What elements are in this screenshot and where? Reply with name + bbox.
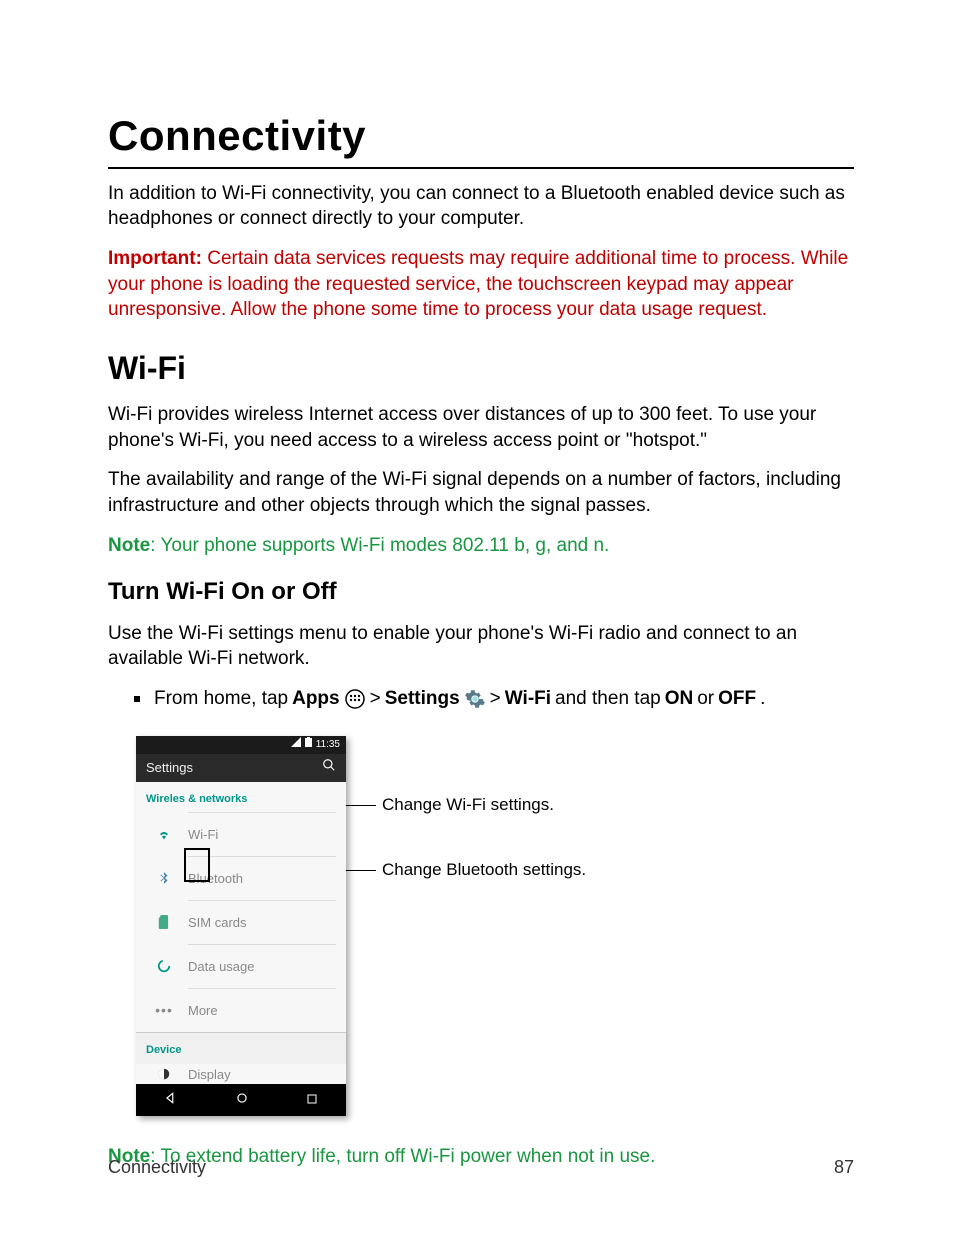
settings-list: Wireles & networks Wi-Fi Bluetooth: [136, 782, 346, 1085]
wifi-label: Wi-Fi: [505, 686, 551, 712]
section-wifi: Wi-Fi: [108, 347, 854, 390]
search-icon[interactable]: [322, 758, 336, 777]
nav-bar: [136, 1084, 346, 1116]
off-label: OFF: [718, 686, 756, 712]
row-more[interactable]: ••• More: [136, 988, 346, 1032]
nav-recent-icon[interactable]: [306, 1087, 318, 1113]
row-display[interactable]: Display: [136, 1064, 346, 1084]
data-usage-icon: [150, 959, 178, 973]
signal-icon: [291, 737, 301, 752]
step-line: From home, tap Apps > Settings > Wi-Fi a…: [134, 686, 854, 712]
footer-page-number: 87: [834, 1155, 854, 1179]
intro-paragraph: In addition to Wi-Fi connectivity, you c…: [108, 181, 854, 232]
important-label: Important:: [108, 248, 202, 269]
battery-icon: [305, 737, 312, 752]
gear-icon: [464, 688, 486, 710]
row-display-label: Display: [188, 1064, 336, 1084]
period: .: [760, 686, 765, 712]
row-bluetooth-label: Bluetooth: [188, 856, 336, 901]
phone-frame: 11:35 Settings Wireles & networks Wi-Fi: [136, 736, 346, 1117]
footer-left: Connectivity: [108, 1155, 206, 1179]
section-wireless-networks: Wireles & networks: [136, 782, 346, 813]
section-turn-wifi: Turn Wi-Fi On or Off: [108, 576, 854, 608]
row-data-label: Data usage: [188, 944, 336, 989]
page-footer: Connectivity 87: [108, 1155, 854, 1179]
page-title: Connectivity: [108, 108, 854, 169]
row-bluetooth[interactable]: Bluetooth: [136, 856, 346, 900]
note-text: : Your phone supports Wi-Fi modes 802.11…: [150, 535, 609, 556]
nav-back-icon[interactable]: [164, 1087, 178, 1113]
note-label: Note: [108, 535, 150, 556]
display-icon: [150, 1067, 178, 1081]
apps-icon: [344, 688, 366, 710]
row-wifi[interactable]: Wi-Fi: [136, 812, 346, 856]
app-bar: Settings: [136, 754, 346, 782]
section-device: Device: [136, 1032, 346, 1064]
wifi-p1: Wi-Fi provides wireless Internet access …: [108, 402, 854, 453]
sim-icon: [150, 915, 178, 929]
row-data-usage[interactable]: Data usage: [136, 944, 346, 988]
or-text: or: [697, 686, 714, 712]
turn-p1: Use the Wi-Fi settings menu to enable yo…: [108, 621, 854, 672]
bluetooth-icon: [150, 871, 178, 885]
bullet-icon: [134, 696, 140, 702]
wifi-note1: Note: Your phone supports Wi-Fi modes 80…: [108, 533, 854, 559]
status-time: 11:35: [316, 738, 340, 752]
callouts: Change Wi-Fi settings. Change Bluetooth …: [346, 736, 586, 882]
gt1: >: [370, 686, 381, 712]
callout-bluetooth: Change Bluetooth settings.: [382, 859, 586, 882]
apps-label: Apps: [292, 686, 340, 712]
wifi-p2: The availability and range of the Wi-Fi …: [108, 467, 854, 518]
important-note: Important: Certain data services request…: [108, 246, 854, 323]
more-icon: •••: [150, 1001, 178, 1020]
and-text: and then tap: [555, 686, 661, 712]
row-more-label: More: [188, 988, 336, 1033]
row-sim-label: SIM cards: [188, 900, 336, 945]
status-bar: 11:35: [136, 736, 346, 754]
appbar-title: Settings: [146, 759, 193, 777]
callout-wifi: Change Wi-Fi settings.: [382, 794, 554, 817]
on-label: ON: [665, 686, 694, 712]
settings-label: Settings: [385, 686, 460, 712]
important-text: Certain data services requests may requi…: [108, 248, 848, 320]
step-prefix: From home, tap: [154, 686, 288, 712]
connector-line: [346, 805, 376, 806]
row-sim[interactable]: SIM cards: [136, 900, 346, 944]
gt2: >: [490, 686, 501, 712]
phone-figure: 11:35 Settings Wireles & networks Wi-Fi: [136, 736, 854, 1117]
connector-line: [346, 870, 376, 871]
row-wifi-label: Wi-Fi: [188, 812, 336, 857]
nav-home-icon[interactable]: [235, 1087, 249, 1113]
wifi-icon: [150, 826, 178, 842]
